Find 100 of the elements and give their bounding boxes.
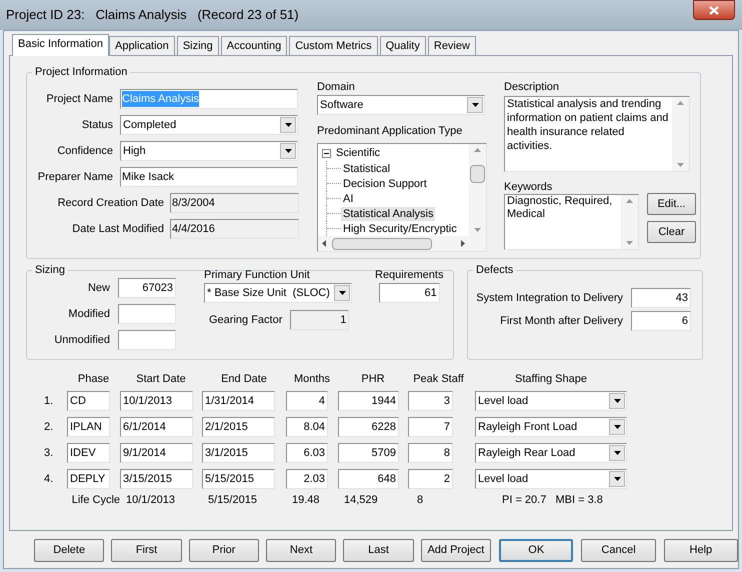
select-field[interactable]: Level load — [475, 469, 627, 489]
input-field[interactable]: 1944 — [338, 391, 399, 411]
tab[interactable]: Application — [108, 36, 175, 55]
input-field[interactable] — [118, 330, 176, 350]
dialog-button[interactable]: Help — [664, 539, 738, 562]
input-field[interactable]: 7 — [408, 417, 453, 437]
down-arrow-icon — [677, 163, 684, 167]
input-field[interactable]: 6228 — [338, 417, 399, 437]
input-field[interactable]: 8.04 — [286, 417, 328, 437]
tree-item[interactable]: Scientific — [336, 144, 380, 162]
input-field[interactable]: 2 — [408, 469, 453, 489]
input-field[interactable]: IPLAN — [67, 417, 110, 437]
scrollbar-thumb[interactable] — [470, 164, 485, 183]
group-title: Project Information — [34, 66, 128, 78]
select-field[interactable]: Level load — [475, 391, 627, 411]
input-field[interactable]: 2.03 — [286, 469, 328, 489]
select-field[interactable]: Completed — [120, 115, 298, 135]
keywords-field[interactable]: Diagnostic, Required, Medical — [504, 194, 639, 250]
keyword-button[interactable]: Clear — [647, 221, 696, 243]
tab[interactable]: Review — [428, 36, 476, 55]
input-field[interactable]: 6.03 — [286, 443, 328, 463]
field-label: Primary Function Unit — [204, 268, 311, 282]
scrollbar[interactable] — [672, 97, 689, 171]
input-field[interactable]: CD — [67, 391, 110, 411]
input-field[interactable]: 8 — [408, 443, 453, 463]
field-label: Unmodified — [53, 332, 110, 348]
description-field[interactable]: Statistical analysis and trending information on patient claims and health insurance related activities. — [504, 96, 690, 172]
row-number: 3. — [44, 446, 54, 461]
input-field[interactable]: 67023 — [118, 278, 176, 298]
input-field[interactable]: 9/1/2014 — [120, 443, 193, 463]
input-field[interactable]: 43 — [631, 288, 691, 308]
tree-item[interactable]: Decision Support — [341, 176, 429, 190]
keyword-button[interactable]: Edit... — [647, 193, 696, 215]
input-field[interactable]: Mike Isack — [120, 167, 298, 187]
tab[interactable]: Accounting — [220, 36, 288, 55]
tab[interactable]: Quality — [380, 36, 426, 55]
input-field[interactable]: 10/1/2013 — [120, 391, 193, 411]
input-field[interactable]: 5709 — [338, 443, 399, 463]
select-field[interactable]: Rayleigh Front Load — [475, 417, 627, 437]
dialog-button[interactable]: Cancel — [581, 539, 656, 562]
caret-icon — [614, 425, 620, 429]
tree-item[interactable]: High Security/Encryptic — [341, 222, 459, 236]
input-field[interactable]: 4 — [286, 391, 328, 411]
select-field[interactable]: * Base Size Unit (SLOC) — [204, 283, 352, 303]
column-header: Peak Staff — [412, 372, 465, 387]
scrollbar[interactable] — [318, 236, 486, 251]
caret-icon — [338, 291, 346, 295]
input-field[interactable]: 8/3/2004 — [170, 193, 299, 213]
scrollbar[interactable] — [469, 144, 486, 236]
dialog-button[interactable]: Add Project — [420, 539, 492, 562]
input-field[interactable]: 4/4/2016 — [170, 219, 299, 239]
scrollbar[interactable] — [621, 195, 638, 249]
up-arrow-icon — [626, 199, 633, 203]
dialog-button[interactable]: First — [111, 539, 182, 562]
tab[interactable]: Sizing — [176, 36, 219, 55]
input-field[interactable]: 1/31/2014 — [202, 391, 275, 411]
tree-view[interactable]: Scientific Statistical Decision Support AI Statistical Analysis High Security/Encryptic — [317, 143, 487, 252]
tree-item[interactable]: Statistical Analysis — [341, 206, 436, 220]
close-button[interactable] — [693, 0, 735, 20]
input-field[interactable]: 1 — [290, 310, 350, 330]
life-cycle-phr: 14,529 — [344, 492, 379, 508]
left-arrow-icon — [322, 240, 326, 247]
input-field[interactable]: 3/15/2015 — [120, 469, 193, 489]
dialog-button[interactable]: Last — [343, 539, 414, 562]
dialog-button[interactable]: Prior — [188, 539, 260, 562]
select-field[interactable]: Rayleigh Rear Load — [475, 443, 627, 463]
input-field[interactable]: 6/1/2014 — [120, 417, 193, 437]
input-field[interactable]: 3 — [408, 391, 453, 411]
input-field[interactable] — [118, 304, 176, 324]
life-cycle-peak-staff: 8 — [416, 492, 424, 508]
tree-item[interactable]: Statistical — [341, 162, 392, 176]
input-field[interactable]: DEPLY — [67, 469, 110, 489]
up-arrow-icon — [677, 101, 684, 105]
field-label: Description — [504, 80, 560, 94]
down-arrow-icon — [626, 241, 633, 245]
down-arrow-icon — [474, 228, 481, 232]
select-field[interactable]: Software — [317, 95, 485, 115]
dialog-button[interactable]: Delete — [34, 539, 104, 562]
field-label: Gearing Factor — [209, 312, 282, 328]
caret-icon — [614, 451, 620, 455]
dialog-button[interactable]: Next — [266, 539, 336, 562]
field-label: Record Creation Date — [56, 196, 164, 211]
field-label: Project Name — [45, 92, 113, 107]
select-field[interactable]: High — [120, 141, 298, 161]
row-number: 4. — [44, 472, 54, 487]
tab[interactable]: Basic Information — [12, 34, 109, 56]
input-field[interactable]: 3/1/2015 — [202, 443, 275, 463]
dialog-button[interactable]: OK — [499, 539, 574, 562]
input-field[interactable]: 648 — [338, 469, 399, 489]
tab[interactable]: Custom Metrics — [289, 36, 378, 55]
input-field[interactable]: 6 — [631, 311, 691, 331]
row-number: 1. — [44, 394, 54, 409]
input-field[interactable]: IDEV — [67, 443, 110, 463]
input-field[interactable]: 5/15/2015 — [202, 469, 275, 489]
input-field[interactable]: 2/1/2015 — [202, 417, 275, 437]
column-header: PHR — [360, 372, 386, 387]
window-title: Project ID 23: Claims Analysis (Record 23 of 51) — [6, 6, 299, 24]
input-field[interactable]: 61 — [378, 283, 440, 303]
field-label: Modified — [67, 306, 110, 322]
tree-item[interactable]: AI — [341, 192, 356, 206]
